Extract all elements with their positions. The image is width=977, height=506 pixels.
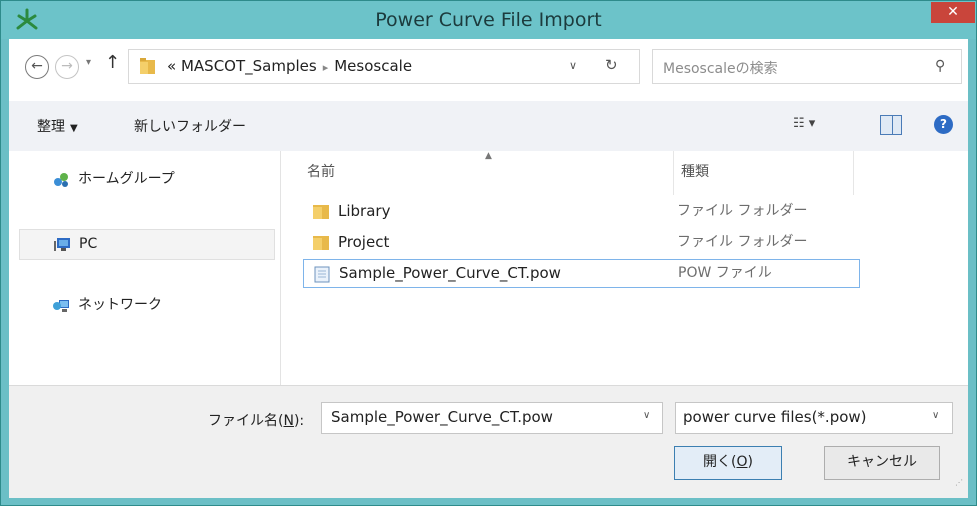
search-icon[interactable]: ⚲ xyxy=(935,58,945,74)
address-bar[interactable]: « MASCOT_Samples ▸ Mesoscale ∨ ↻ xyxy=(128,49,640,84)
command-bar: 整理 ▼ 新しいフォルダー ☷ ▾ ? xyxy=(9,101,968,152)
list-item-library[interactable]: Library ファイル フォルダー xyxy=(303,197,858,226)
file-type-filter[interactable]: power curve files(*.pow) ∨ xyxy=(675,402,953,434)
filename-dropdown-icon[interactable]: ∨ xyxy=(643,410,650,421)
column-divider[interactable] xyxy=(853,151,854,195)
homegroup-icon xyxy=(54,173,68,187)
file-type: ファイル フォルダー xyxy=(677,234,808,250)
filter-value: power curve files(*.pow) xyxy=(683,408,867,426)
recent-locations-chevron-icon[interactable]: ▾ xyxy=(86,57,91,68)
search-input[interactable]: Mesoscaleの検索 ⚲ xyxy=(652,49,962,84)
folder-icon xyxy=(140,58,155,74)
filename-value: Sample_Power_Curve_CT.pow xyxy=(331,408,553,426)
filename-label-suffix: ): xyxy=(293,413,305,429)
dialog-footer: ファイル名(N): Sample_Power_Curve_CT.pow ∨ po… xyxy=(9,385,968,498)
help-icon[interactable]: ? xyxy=(934,115,953,134)
column-divider[interactable] xyxy=(673,151,674,195)
breadcrumb-item-mascot-samples[interactable]: MASCOT_Samples xyxy=(181,57,317,75)
organize-button[interactable]: 整理 ▼ xyxy=(37,116,78,136)
sidebar-item-homegroup[interactable]: ホームグループ xyxy=(19,165,273,194)
open-button[interactable]: 開く(O) xyxy=(674,446,782,480)
open-label: 開く( xyxy=(703,454,737,470)
address-dropdown-icon[interactable]: ∨ xyxy=(569,59,577,72)
list-item-project[interactable]: Project ファイル フォルダー xyxy=(303,228,858,257)
open-accesskey: O xyxy=(736,454,748,470)
breadcrumb: « MASCOT_Samples ▸ Mesoscale xyxy=(167,57,412,75)
filename-field[interactable]: Sample_Power_Curve_CT.pow ∨ xyxy=(321,402,663,434)
sidebar-item-network[interactable]: ネットワーク xyxy=(19,291,273,320)
filename-accesskey: N xyxy=(283,413,294,429)
forward-button[interactable]: → xyxy=(55,55,79,79)
view-options-icon[interactable]: ☷ ▾ xyxy=(793,116,815,131)
sort-ascending-icon: ▲ xyxy=(485,151,492,161)
breadcrumb-separator-icon[interactable]: ▸ xyxy=(323,61,329,74)
sidebar-item-label: PC xyxy=(79,236,98,252)
sidebar-item-label: ネットワーク xyxy=(78,297,162,313)
organize-caret-icon: ▼ xyxy=(70,123,78,134)
list-item-sample-power-curve[interactable]: Sample_Power_Curve_CT.pow POW ファイル xyxy=(303,259,860,288)
folder-icon xyxy=(313,205,329,219)
refresh-icon[interactable]: ↻ xyxy=(605,56,618,74)
sidebar-item-pc[interactable]: PC xyxy=(19,229,275,260)
file-name: Sample_Power_Curve_CT.pow xyxy=(339,264,561,282)
open-label-suffix: ) xyxy=(747,454,753,470)
breadcrumb-overflow[interactable]: « xyxy=(167,57,176,75)
filename-label: ファイル名(N): xyxy=(208,410,304,430)
search-placeholder: Mesoscaleの検索 xyxy=(663,61,778,77)
network-icon xyxy=(53,300,69,312)
breadcrumb-item-mesoscale[interactable]: Mesoscale xyxy=(334,57,412,75)
preview-pane-icon[interactable] xyxy=(880,115,902,135)
column-header-type[interactable]: 種類 xyxy=(681,161,709,191)
sidebar-item-label: ホームグループ xyxy=(78,171,175,187)
dialog-body: ← → ▾ ↑ « MASCOT_Samples ▸ Mesoscale ∨ ↻ M… xyxy=(9,39,968,498)
navigation-bar: ← → ▾ ↑ « MASCOT_Samples ▸ Mesoscale ∨ ↻ M… xyxy=(9,39,968,101)
resize-grip-icon[interactable]: ⋰ xyxy=(955,478,965,488)
window-title: Power Curve File Import xyxy=(375,9,602,31)
file-name: Project xyxy=(338,233,390,251)
file-name: Library xyxy=(338,202,391,220)
close-button[interactable]: ✕ xyxy=(931,2,975,23)
filter-dropdown-icon[interactable]: ∨ xyxy=(932,410,939,421)
title-bar: Power Curve File Import ✕ xyxy=(1,1,976,39)
column-header-name[interactable]: 名前 xyxy=(307,161,335,191)
navigation-pane: ホームグループ PC ネットワーク xyxy=(9,151,281,385)
organize-label: 整理 xyxy=(37,119,65,135)
folder-icon xyxy=(313,236,329,250)
up-button[interactable]: ↑ xyxy=(105,52,120,73)
file-type: POW ファイル xyxy=(678,265,772,281)
file-import-dialog: Power Curve File Import ✕ ← → ▾ ↑ « MASC… xyxy=(0,0,977,506)
file-type: ファイル フォルダー xyxy=(677,203,808,219)
pc-icon xyxy=(54,238,70,251)
cancel-button[interactable]: キャンセル xyxy=(824,446,940,480)
new-folder-button[interactable]: 新しいフォルダー xyxy=(134,116,246,136)
back-button[interactable]: ← xyxy=(25,55,49,79)
document-icon xyxy=(314,266,330,283)
file-list: ▲ 名前 種類 Library ファイル フォルダー Project ファイル … xyxy=(281,151,968,385)
filename-label-text: ファイル名( xyxy=(208,413,284,429)
